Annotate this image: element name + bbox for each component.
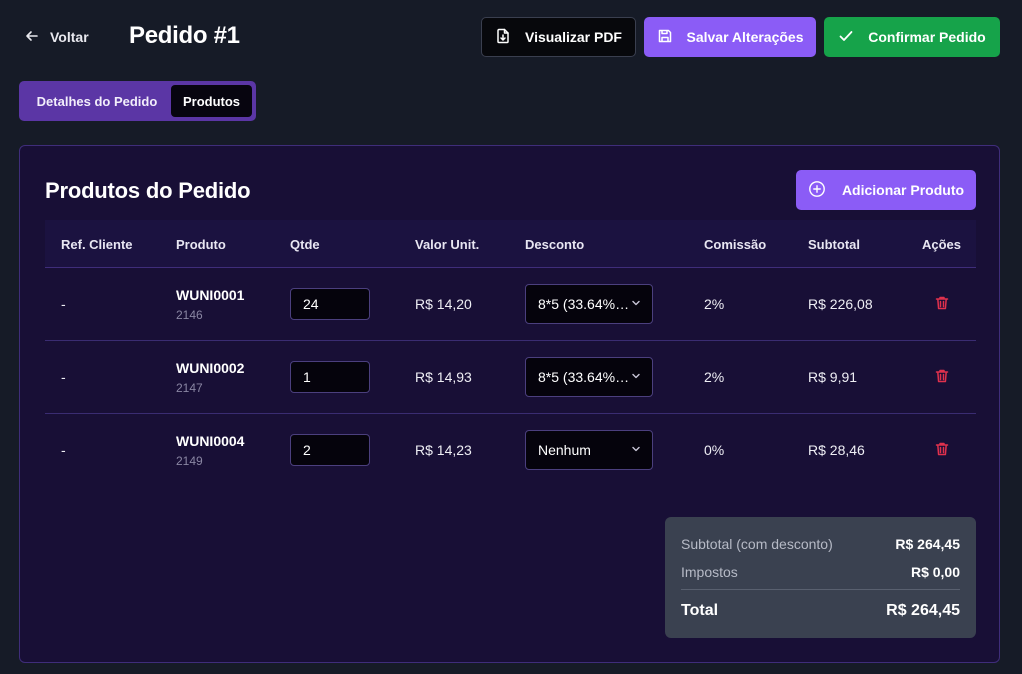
- discount-select[interactable]: 8*5 (33.64% ...: [525, 284, 653, 324]
- discount-value: Nenhum: [538, 442, 591, 458]
- commission-cell: 0%: [704, 442, 725, 458]
- summary-total-value: R$ 264,45: [886, 602, 960, 619]
- products-table: Ref. Cliente Produto Qtde Valor Unit. De…: [45, 220, 976, 487]
- discount-select[interactable]: Nenhum: [525, 430, 653, 470]
- column-header: Ref. Cliente: [61, 236, 133, 252]
- delete-row-button[interactable]: [922, 414, 962, 486]
- summary-subtotal-label: Subtotal (com desconto): [681, 536, 833, 552]
- commission-cell: 2%: [704, 296, 725, 312]
- product-cell: WUNI0001 2146: [176, 268, 244, 340]
- plus-circle-icon: [808, 180, 826, 201]
- product-id: 2146: [176, 307, 203, 322]
- column-header: Desconto: [525, 236, 585, 252]
- tab-order-details[interactable]: Detalhes do Pedido: [23, 85, 171, 117]
- column-header: Ações: [922, 236, 962, 252]
- arrow-left-icon: [24, 28, 40, 47]
- table-row: - WUNI0002 2147 1 R$ 14,93 8*5 (33.64% .…: [45, 341, 976, 414]
- view-pdf-label: Visualizar PDF: [524, 29, 622, 45]
- trash-icon: [934, 368, 950, 387]
- product-cell: WUNI0002 2147: [176, 341, 244, 413]
- product-id: 2147: [176, 380, 203, 395]
- column-header: Valor Unit.: [415, 236, 480, 252]
- chevron-down-icon: [630, 442, 642, 458]
- quantity-input[interactable]: 2: [290, 434, 370, 466]
- summary-total-label: Total: [681, 602, 719, 619]
- commission-cell: 2%: [704, 369, 725, 385]
- file-download-icon: [495, 28, 511, 47]
- save-changes-button[interactable]: Salvar Alterações: [644, 17, 816, 57]
- chevron-down-icon: [630, 369, 642, 385]
- unit-price-cell: R$ 14,20: [415, 296, 472, 312]
- floppy-disk-icon: [657, 28, 673, 47]
- qty-cell: 2: [290, 414, 370, 486]
- tab-products[interactable]: Produtos: [171, 85, 252, 117]
- ref-cell: -: [61, 442, 66, 458]
- add-product-button[interactable]: Adicionar Produto: [796, 170, 976, 210]
- subtotal-cell: R$ 226,08: [808, 296, 873, 312]
- page-title: Pedido #1: [129, 22, 240, 49]
- summary-taxes: Impostos R$ 0,00: [681, 564, 960, 580]
- discount-cell: Nenhum: [525, 414, 653, 486]
- delete-row-button[interactable]: [922, 268, 962, 340]
- add-product-label: Adicionar Produto: [841, 182, 965, 198]
- ref-cell: -: [61, 369, 66, 385]
- delete-row-button[interactable]: [922, 341, 962, 413]
- product-code: WUNI0002: [176, 359, 245, 376]
- quantity-input[interactable]: 1: [290, 361, 370, 393]
- unit-price-cell: R$ 14,93: [415, 369, 472, 385]
- summary-taxes-label: Impostos: [681, 564, 738, 580]
- table-row: - WUNI0004 2149 2 R$ 14,23 Nenhum 0% R$ …: [45, 414, 976, 487]
- summary-taxes-value: R$ 0,00: [910, 564, 960, 580]
- product-cell: WUNI0004 2149: [176, 414, 244, 486]
- summary-divider: [681, 589, 960, 590]
- section-title: Produtos do Pedido: [45, 178, 251, 203]
- column-header: Qtde: [290, 236, 320, 252]
- confirm-order-button[interactable]: Confirmar Pedido: [824, 17, 1000, 57]
- view-pdf-button[interactable]: Visualizar PDF: [481, 17, 636, 57]
- order-summary: Subtotal (com desconto) R$ 264,45 Impost…: [665, 517, 976, 638]
- page-header: Voltar Pedido #1 Visualizar PDF Salvar A…: [0, 0, 1022, 76]
- subtotal-cell: R$ 9,91: [808, 369, 858, 385]
- discount-select[interactable]: 8*5 (33.64% ...: [525, 357, 653, 397]
- discount-value: 8*5 (33.64% ...: [538, 296, 630, 312]
- trash-icon: [934, 295, 950, 314]
- table-row: - WUNI0001 2146 24 R$ 14,20 8*5 (33.64% …: [45, 268, 976, 341]
- trash-icon: [934, 441, 950, 460]
- summary-total: Total R$ 264,45: [681, 602, 960, 620]
- subtotal-cell: R$ 28,46: [808, 442, 865, 458]
- discount-value: 8*5 (33.64% ...: [538, 369, 630, 385]
- table-header: Ref. Cliente Produto Qtde Valor Unit. De…: [45, 220, 976, 268]
- unit-price-cell: R$ 14,23: [415, 442, 472, 458]
- tab-bar: Detalhes do Pedido Produtos: [19, 81, 256, 121]
- summary-subtotal-value: R$ 264,45: [895, 536, 960, 552]
- column-header: Comissão: [704, 236, 767, 252]
- save-changes-label: Salvar Alterações: [686, 29, 804, 45]
- quantity-input[interactable]: 24: [290, 288, 370, 320]
- check-icon: [838, 28, 854, 47]
- product-code: WUNI0004: [176, 432, 245, 449]
- discount-cell: 8*5 (33.64% ...: [525, 341, 653, 413]
- confirm-order-label: Confirmar Pedido: [868, 29, 986, 45]
- product-id: 2149: [176, 453, 203, 468]
- products-card: Produtos do Pedido Adicionar Produto Ref…: [19, 145, 1000, 663]
- column-header: Subtotal: [808, 236, 860, 252]
- chevron-down-icon: [630, 296, 642, 312]
- back-label: Voltar: [50, 29, 89, 45]
- discount-cell: 8*5 (33.64% ...: [525, 268, 653, 340]
- product-code: WUNI0001: [176, 286, 245, 303]
- qty-cell: 1: [290, 341, 370, 413]
- column-header: Produto: [176, 236, 226, 252]
- qty-cell: 24: [290, 268, 370, 340]
- summary-subtotal: Subtotal (com desconto) R$ 264,45: [681, 536, 960, 552]
- back-button[interactable]: Voltar: [24, 24, 89, 50]
- ref-cell: -: [61, 296, 66, 312]
